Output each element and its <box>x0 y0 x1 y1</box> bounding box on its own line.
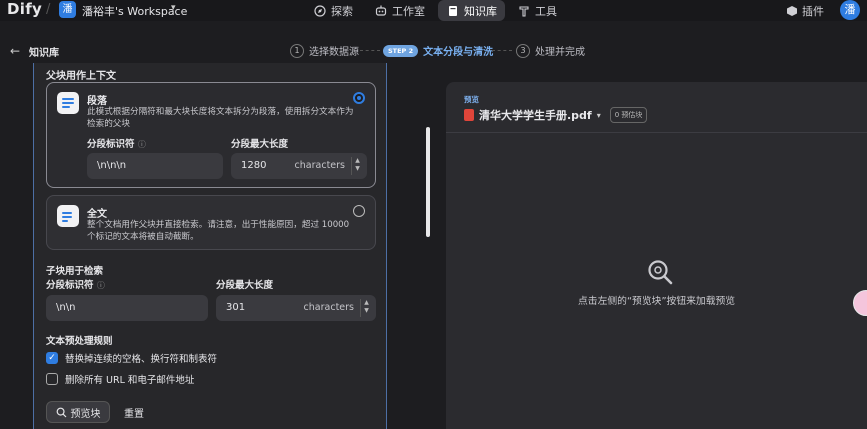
parent-separator-input[interactable]: \n\n\n <box>87 153 223 179</box>
page-title[interactable]: 知识库 <box>29 44 59 59</box>
parent-maxlen-units: characters <box>294 160 345 171</box>
nav-knowledge-label: 知识库 <box>464 4 497 18</box>
stepper-icon[interactable]: ▲ ▼ <box>360 299 372 317</box>
back-arrow-icon[interactable]: ← <box>10 44 20 58</box>
nav-tools-label: 工具 <box>535 4 557 18</box>
step-2: STEP 2 文本分段与清洗 <box>383 43 493 58</box>
parent-maxlen-input[interactable]: 1280 characters ▲ ▼ <box>231 153 367 179</box>
plugins-label: 插件 <box>802 4 824 18</box>
dify-logo[interactable]: Dify <box>7 0 42 18</box>
chunk-settings-panel: 父块用作上下文 段落 此模式根据分隔符和最大块长度将文本拆分为段落，使用拆分文本… <box>33 63 387 429</box>
file-name: 清华大学学生手册.pdf <box>479 109 592 122</box>
search-empty-icon <box>648 260 673 285</box>
compass-icon <box>314 4 326 17</box>
step-divider <box>360 50 380 51</box>
nav-explore-label: 探索 <box>331 4 353 18</box>
document-icon <box>57 205 79 227</box>
paragraph-desc: 此模式根据分隔符和最大块长度将文本拆分为段落，使用拆分文本作为检索的父块 <box>87 107 354 129</box>
parent-maxlen-value: 1280 <box>241 160 267 171</box>
user-avatar[interactable]: 潘 <box>840 0 860 20</box>
step-1-number: 1 <box>290 43 304 58</box>
search-icon <box>56 407 66 417</box>
robot-icon <box>375 5 387 16</box>
fulltext-desc: 整个文档用作父块并直接检索。请注意，出于性能原因，超过 10000 个标记的文本… <box>87 220 350 242</box>
child-maxlen-units: characters <box>303 302 354 313</box>
paragraph-title: 段落 <box>87 96 107 107</box>
step-3-number: 3 <box>516 43 530 58</box>
child-separator-label: 分段标识符 ⓘ <box>46 277 105 291</box>
preprocess-title: 文本预处理规则 <box>46 336 113 347</box>
preview-label: 预览 <box>464 95 479 104</box>
child-chunk-title: 子块用于检索 <box>46 266 104 277</box>
stepper-icon[interactable]: ▲ ▼ <box>351 157 363 175</box>
steps-bar: ← 知识库 1 选择数据源 STEP 2 文本分段与清洗 3 处理并完成 <box>0 39 867 63</box>
preview-panel: 预览 清华大学学生手册.pdf ▾ 0 预估块 点击左侧的“预览块”按钮来加载预… <box>446 82 867 429</box>
parent-separator-label-text: 分段标识符 <box>87 139 135 150</box>
preview-chunks-button[interactable]: 预览块 <box>46 401 110 423</box>
book-icon <box>449 5 457 16</box>
parent-maxlen-label: 分段最大长度 <box>231 139 289 150</box>
step-2-label: 文本分段与清洗 <box>423 47 494 58</box>
cube-icon <box>787 5 797 16</box>
scrollbar[interactable] <box>426 127 430 237</box>
step-3: 3 处理并完成 <box>516 43 585 58</box>
child-maxlen-label: 分段最大长度 <box>216 280 274 291</box>
top-bar: Dify / 潘 潘裕丰's Workspace ▾ 探索 工作室 知识库 工具… <box>0 0 867 21</box>
child-maxlen-input[interactable]: 301 characters ▲ ▼ <box>216 295 376 321</box>
paragraph-radio[interactable] <box>353 92 365 104</box>
workspace-avatar[interactable]: 潘 <box>59 1 76 18</box>
help-icon[interactable]: ⓘ <box>138 140 146 149</box>
plugins-button[interactable]: 插件 <box>786 0 824 21</box>
parent-chunk-title: 父块用作上下文 <box>46 71 116 82</box>
pdf-icon <box>464 109 474 121</box>
hammer-icon <box>519 5 529 17</box>
rule-remove-urls-label: 删除所有 URL 和电子邮件地址 <box>65 375 195 386</box>
nav-explore[interactable]: 探索 <box>313 0 353 21</box>
file-selector[interactable]: 清华大学学生手册.pdf ▾ 0 预估块 <box>464 107 648 123</box>
checkbox-checked-icon[interactable]: ✓ <box>46 352 58 364</box>
parent-separator-label: 分段标识符 ⓘ <box>87 136 146 150</box>
rule-replace-spaces[interactable]: ✓ 替换掉连续的空格、换行符和制表符 <box>46 351 217 365</box>
nav-tools[interactable]: 工具 <box>517 0 557 21</box>
checkbox-icon[interactable] <box>46 373 58 385</box>
step-1: 1 选择数据源 <box>290 43 359 58</box>
divider <box>446 132 867 133</box>
step-divider <box>492 50 512 51</box>
preview-chunks-label: 预览块 <box>70 408 101 420</box>
chunk-count-badge: 0 预估块 <box>609 107 648 123</box>
chevron-down-icon[interactable]: ▾ <box>171 3 176 13</box>
step-2-badge: STEP 2 <box>383 44 419 57</box>
rule-replace-spaces-label: 替换掉连续的空格、换行符和制表符 <box>65 354 218 365</box>
fulltext-radio[interactable] <box>353 205 365 217</box>
nav-studio[interactable]: 工作室 <box>374 0 425 21</box>
child-separator-label-text: 分段标识符 <box>46 280 94 291</box>
reset-button[interactable]: 重置 <box>124 405 144 420</box>
separator: / <box>46 2 51 17</box>
fulltext-option[interactable]: 全文 整个文档用作父块并直接检索。请注意，出于性能原因，超过 10000 个标记… <box>46 195 376 250</box>
step-3-label: 处理并完成 <box>535 47 585 58</box>
help-icon[interactable]: ⓘ <box>97 281 105 290</box>
rule-remove-urls[interactable]: 删除所有 URL 和电子邮件地址 <box>46 372 194 386</box>
paragraph-option[interactable]: 段落 此模式根据分隔符和最大块长度将文本拆分为段落，使用拆分文本作为检索的父块 … <box>46 82 376 188</box>
fulltext-title: 全文 <box>87 209 107 220</box>
nav-knowledge[interactable]: 知识库 <box>438 0 505 21</box>
nav-studio-label: 工作室 <box>392 4 425 18</box>
child-separator-input[interactable]: \n\n <box>46 295 208 321</box>
empty-preview-text: 点击左侧的“预览块”按钮来加载预览 <box>578 296 736 307</box>
chevron-down-icon: ▾ <box>596 110 601 120</box>
step-1-label: 选择数据源 <box>309 47 359 58</box>
child-maxlen-value: 301 <box>226 302 246 313</box>
paragraph-icon <box>57 92 79 114</box>
